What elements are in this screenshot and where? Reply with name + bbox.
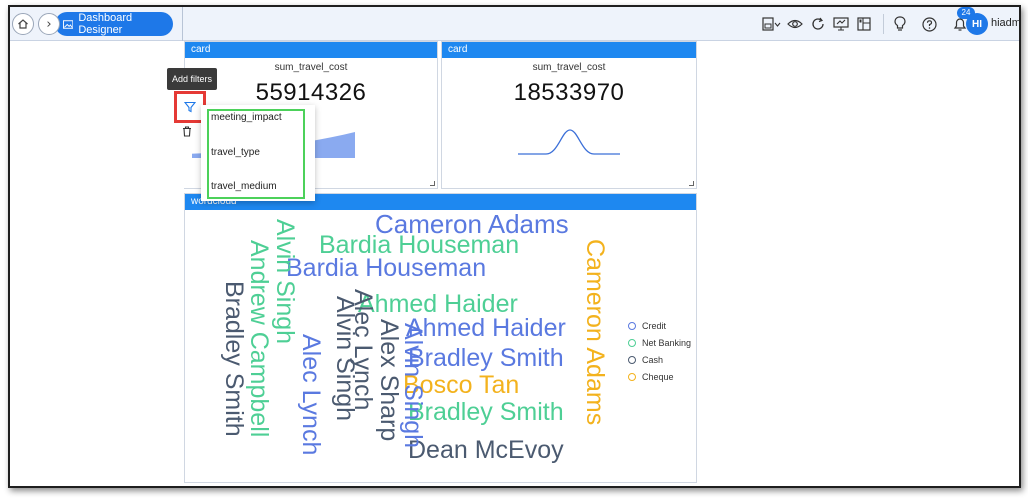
card-title: card	[185, 42, 437, 58]
word: Bardia Houseman	[286, 254, 487, 282]
word: Alec Lynch	[349, 289, 377, 411]
refresh-icon	[812, 17, 824, 30]
card-value: 18533970	[513, 79, 625, 106]
user-name[interactable]: hiadm	[991, 17, 1019, 29]
divider	[182, 7, 183, 41]
legend-marker	[628, 355, 636, 364]
legend-item[interactable]: Credit	[628, 317, 691, 334]
layout-button[interactable]	[854, 14, 874, 34]
word: Andrew Campbell	[245, 240, 273, 438]
legend-item[interactable]: Cash	[628, 351, 691, 368]
card-measure-label: sum_travel_cost	[532, 62, 606, 73]
legend-item[interactable]: Net Banking	[628, 334, 691, 351]
word: Bradley Smith	[408, 344, 564, 372]
breadcrumb-current[interactable]: Dashboard Designer	[55, 12, 173, 36]
present-icon	[833, 17, 849, 31]
breadcrumb-label: Dashboard Designer	[78, 12, 133, 36]
help-icon	[921, 16, 937, 32]
preview-button[interactable]	[785, 14, 805, 34]
save-dropdown-button[interactable]	[762, 14, 782, 34]
card-title: card	[442, 42, 696, 58]
legend-label: Cash	[642, 354, 664, 365]
word: Ahmed Haider	[406, 314, 566, 342]
toolbar: 24	[762, 7, 975, 34]
legend-marker	[628, 338, 636, 347]
legend-label: Cheque	[642, 371, 674, 382]
save-dropdown-icon	[762, 17, 781, 31]
legend-label: Credit	[642, 320, 667, 331]
layout-icon	[857, 17, 871, 31]
refresh-button[interactable]	[808, 14, 828, 34]
trash-icon	[183, 126, 191, 137]
resize-handle[interactable]	[430, 181, 435, 186]
card-measure-label: sum_travel_cost	[274, 62, 348, 73]
legend-label: Net Banking	[642, 337, 692, 348]
eye-icon	[787, 19, 803, 29]
help-button[interactable]	[919, 14, 939, 34]
legend: Credit Net Banking Cash Cheque	[628, 317, 691, 385]
word: Bradley Smith	[408, 398, 564, 426]
resize-handle[interactable]	[689, 181, 694, 186]
avatar[interactable]: HI	[966, 13, 988, 35]
word: Alvin Singh	[271, 219, 299, 345]
tips-button[interactable]	[890, 14, 910, 34]
word: Bradley Smith	[220, 281, 248, 437]
home-button[interactable]	[12, 13, 34, 35]
home-icon	[18, 19, 28, 29]
lightbulb-icon	[894, 16, 906, 31]
word: Alex Sharp	[375, 319, 403, 442]
breadcrumb-chevron-icon[interactable]: ›	[38, 13, 60, 35]
delete-widget-button[interactable]	[182, 124, 192, 142]
tooltip: Add filters	[167, 68, 217, 90]
filter-option-travel-type[interactable]: travel_type	[211, 147, 260, 158]
app-window: Dashboard Designer › 24 HI hiadm card su…	[8, 5, 1021, 488]
filter-option-travel-medium[interactable]: travel_medium	[211, 181, 277, 192]
word: Alec Lynch	[297, 334, 325, 456]
word: Cameron Adams	[581, 239, 609, 426]
legend-marker	[628, 372, 636, 381]
sparkline-line	[518, 129, 620, 155]
word: Dean McEvoy	[408, 436, 564, 464]
filter-icon	[184, 101, 196, 113]
legend-marker	[628, 321, 636, 330]
legend-item[interactable]: Cheque	[628, 368, 691, 385]
image-icon	[63, 19, 74, 29]
card-widget-2[interactable]: card sum_travel_cost 18533970	[441, 41, 697, 189]
filter-option-meeting-impact[interactable]: meeting_impact	[211, 112, 282, 123]
word: Alvin Singh	[399, 323, 427, 449]
toolbar-separator	[883, 14, 884, 34]
top-bar: Dashboard Designer › 24 HI hiadm	[10, 7, 1019, 41]
card-value: 55914326	[255, 79, 367, 106]
present-button[interactable]	[831, 14, 851, 34]
